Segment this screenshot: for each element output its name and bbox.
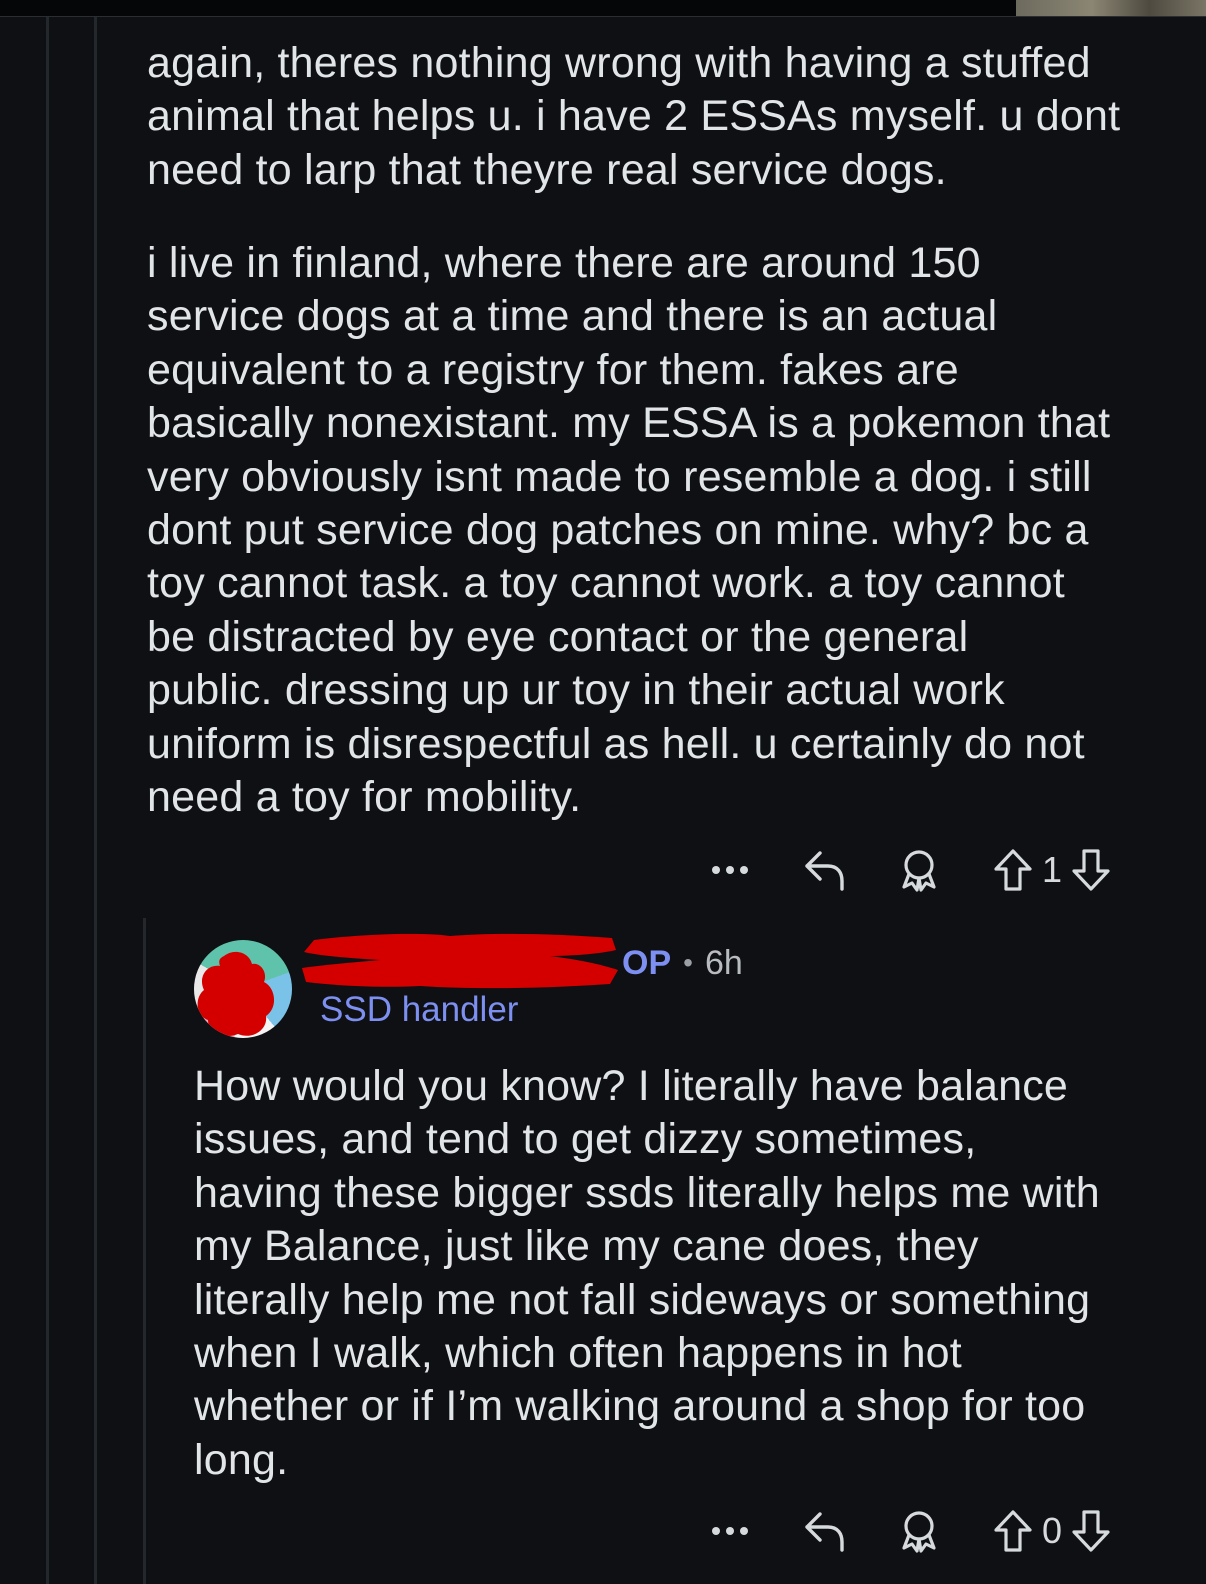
reply-icon: [805, 851, 844, 891]
upvote-button[interactable]: [990, 845, 1036, 895]
thread-line-inner[interactable]: [94, 17, 97, 1584]
upvote-icon: [994, 849, 1032, 891]
more-options-icon: [712, 866, 748, 874]
thread-line-reply[interactable]: [143, 918, 146, 1584]
upvote-icon: [994, 1510, 1032, 1552]
reply-comment-actions: 0: [704, 1506, 1114, 1556]
comment-thread-screen: again, theres nothing wrong with having …: [0, 0, 1206, 1584]
downvote-icon: [1072, 849, 1110, 891]
reply-icon: [805, 1512, 844, 1552]
reply-button[interactable]: [802, 845, 848, 895]
more-options-icon: [712, 1527, 748, 1535]
reply-button[interactable]: [802, 1506, 848, 1556]
award-icon: [902, 850, 936, 892]
top-bar: [0, 0, 1206, 17]
downvote-button[interactable]: [1068, 845, 1114, 895]
reply-meta: OP • 6h: [622, 942, 743, 984]
downvote-button[interactable]: [1068, 1506, 1114, 1556]
reply-comment-body: How would you know? I literally have bal…: [194, 1062, 1100, 1484]
more-options-button[interactable]: [704, 1506, 756, 1556]
username-redaction-mark: [302, 933, 618, 989]
user-flair: SSD handler: [320, 990, 519, 1029]
upvote-button[interactable]: [990, 1506, 1036, 1556]
vote-count: 0: [1042, 1510, 1063, 1551]
op-badge: OP: [622, 943, 672, 982]
downvote-icon: [1072, 1510, 1110, 1552]
image-thumbnail[interactable]: [1016, 0, 1206, 16]
award-icon: [902, 1511, 936, 1553]
comment-timestamp: 6h: [704, 943, 743, 982]
award-button[interactable]: [896, 1506, 942, 1556]
more-options-button[interactable]: [704, 845, 756, 895]
vote-count: 1: [1042, 849, 1063, 890]
avatar[interactable]: [194, 940, 292, 1038]
avatar-redaction-mark: [197, 951, 275, 1037]
meta-separator: •: [683, 947, 693, 978]
parent-comment-paragraph-1: again, theres nothing wrong with having …: [147, 39, 1121, 194]
thread-line-outer[interactable]: [46, 17, 49, 1584]
parent-comment-paragraph-2: i live in finland, where there are aroun…: [147, 239, 1111, 822]
parent-comment-actions: 1: [704, 845, 1114, 895]
award-button[interactable]: [896, 845, 942, 895]
